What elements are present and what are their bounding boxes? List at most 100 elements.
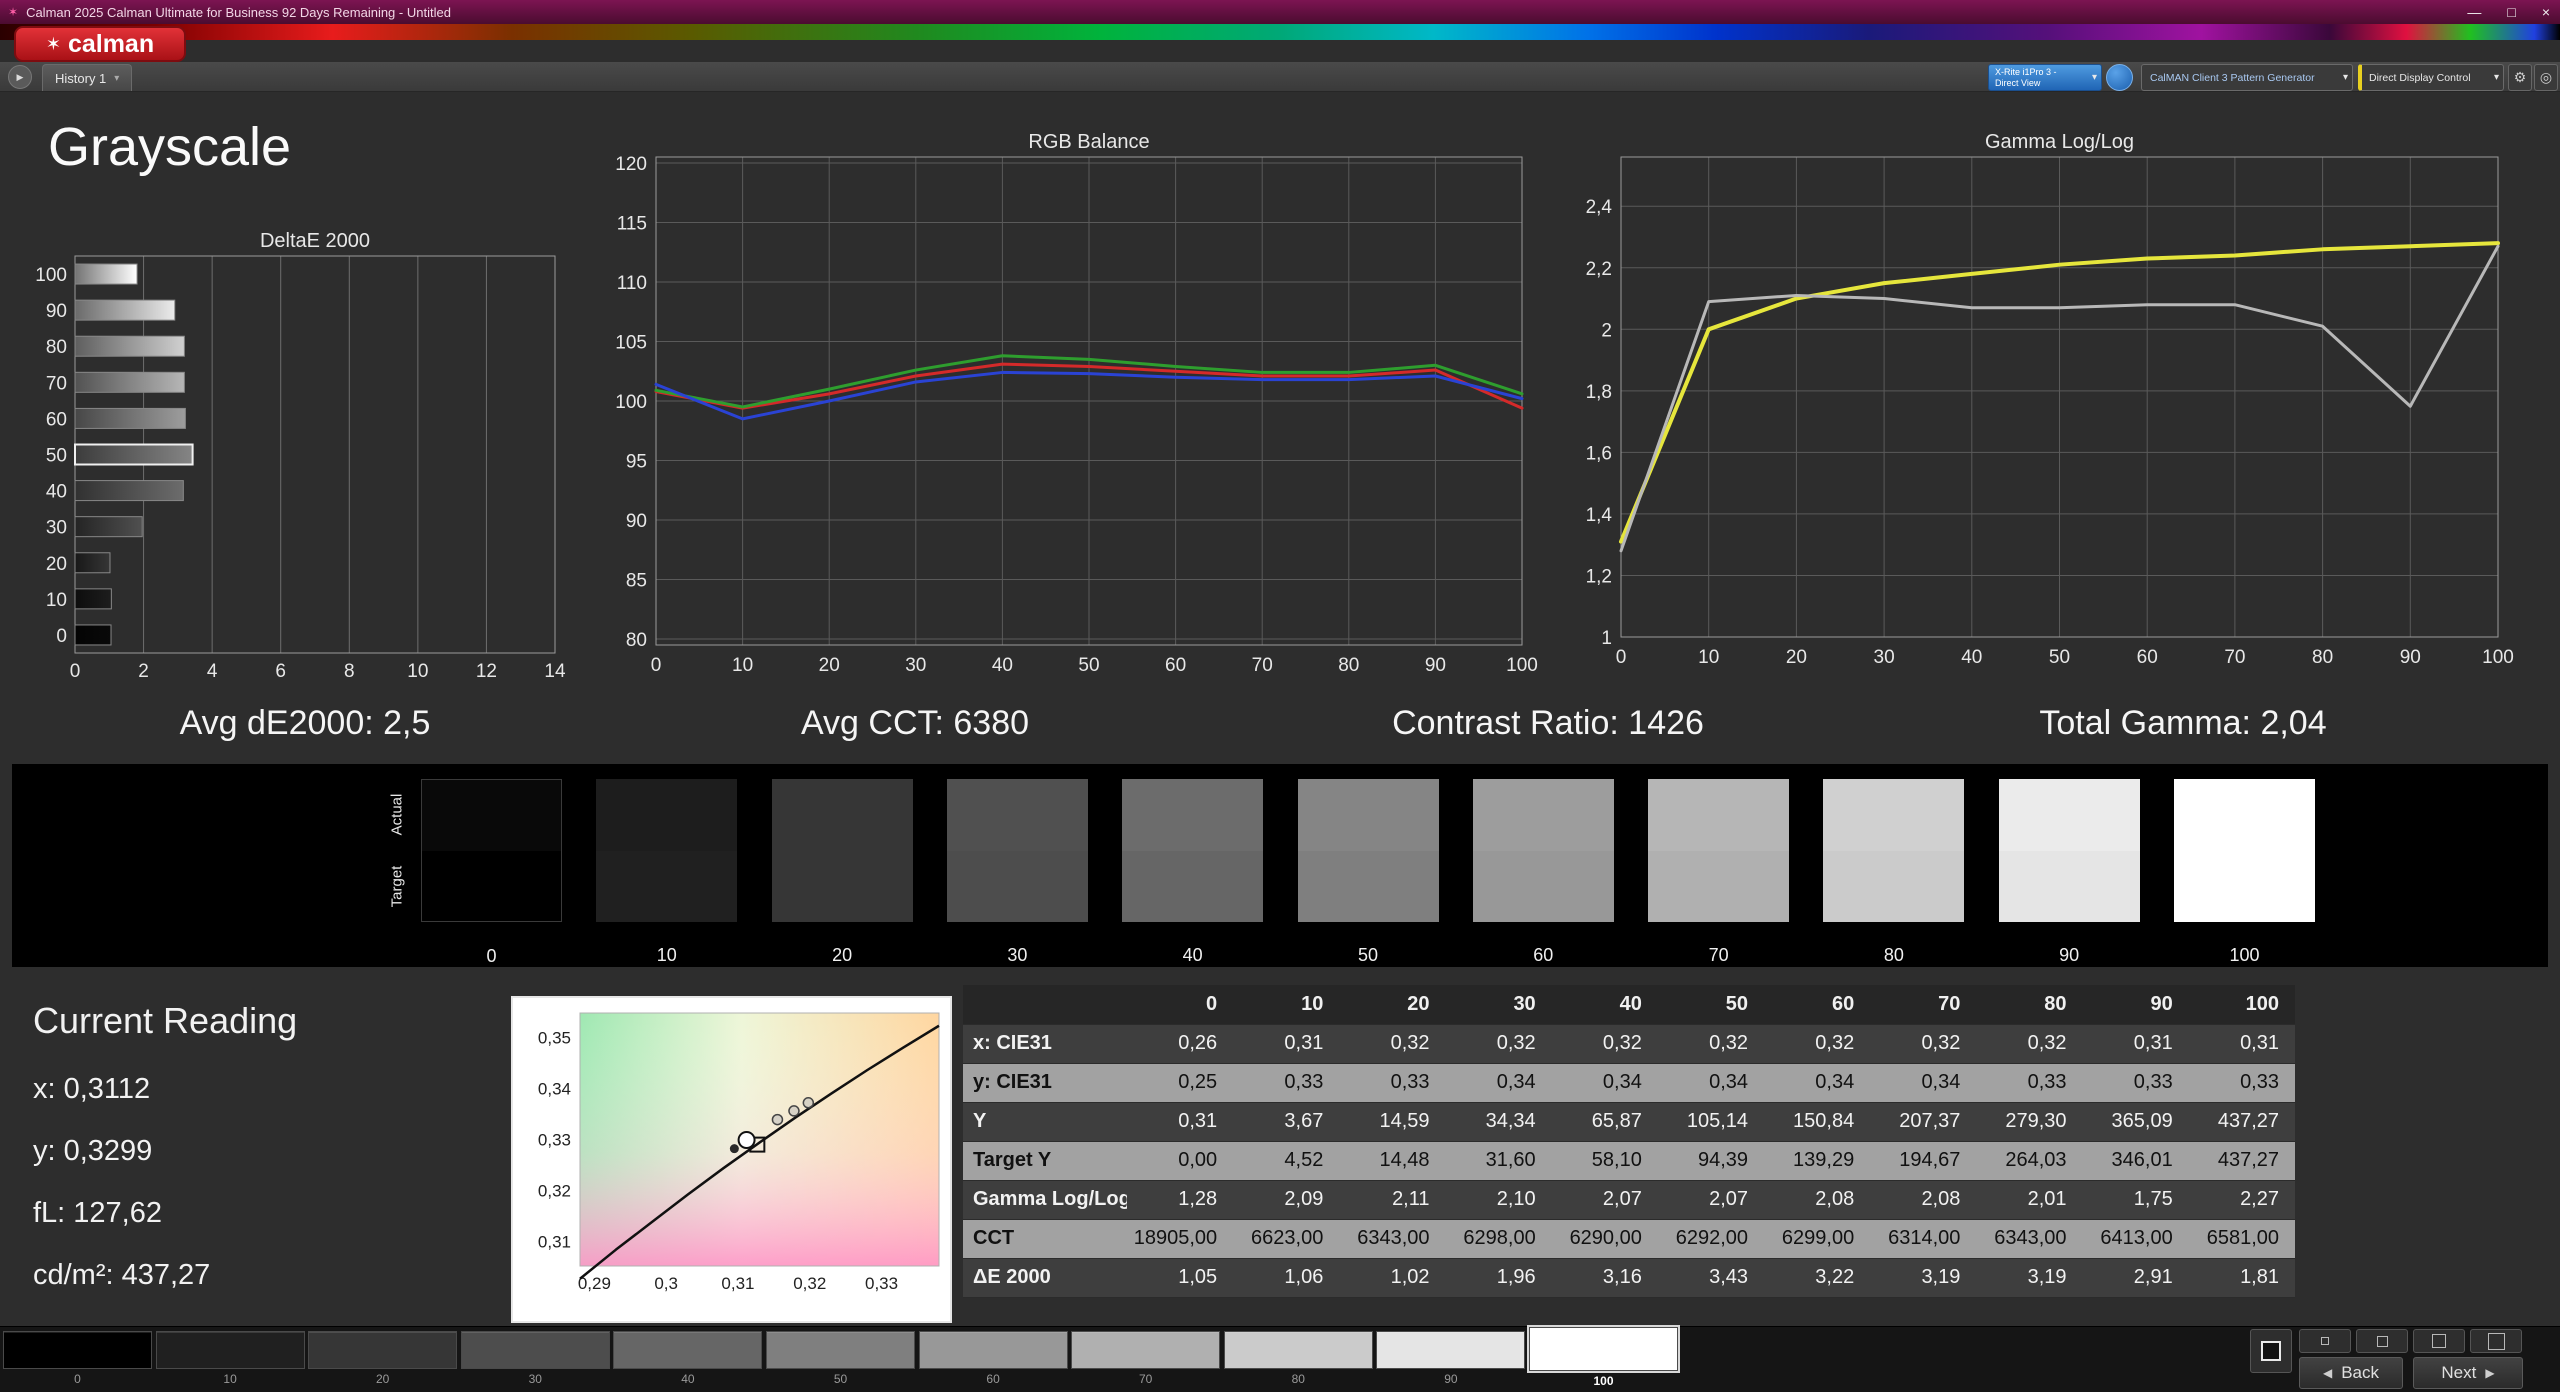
pattern-window-toggle-button[interactable] bbox=[2250, 1329, 2292, 1373]
patch-target-half bbox=[771, 850, 913, 922]
stat-avg-cct: Avg CCT: 6380 bbox=[800, 704, 1030, 742]
pattern-level-button-90[interactable]: 90 bbox=[1376, 1331, 1526, 1386]
svg-text:2,2: 2,2 bbox=[1586, 259, 1612, 280]
pattern-level-button-30[interactable]: 30 bbox=[460, 1331, 610, 1386]
pattern-level-button-80[interactable]: 80 bbox=[1223, 1331, 1373, 1386]
svg-text:50: 50 bbox=[46, 446, 67, 467]
table-cell: 207,37 bbox=[1870, 1102, 1977, 1142]
table-col-header: 20 bbox=[1339, 985, 1446, 1025]
patch-target-half bbox=[1297, 850, 1439, 922]
minimize-button[interactable]: — bbox=[2467, 4, 2481, 20]
table-cell: 6343,00 bbox=[1339, 1219, 1446, 1259]
pattern-swatch bbox=[918, 1331, 1068, 1369]
pattern-size-button-3[interactable] bbox=[2413, 1329, 2465, 1353]
svg-text:80: 80 bbox=[46, 337, 67, 358]
table-cell: 264,03 bbox=[1976, 1141, 2083, 1181]
pattern-swatch bbox=[460, 1331, 610, 1369]
patch-actual-half bbox=[771, 779, 913, 851]
tab-history-1[interactable]: History 1 ▾ bbox=[42, 64, 133, 91]
grayscale-patch-strip: Actual Target 0 10 20 30 40 50 60 70 80 90 100 bbox=[12, 764, 2548, 967]
gamma-loglog-line-chart: 0 10 20 30 40 50 60 70 80 90 100 1 1,2 1,4 1,6 1,8 2 2,2 2… bbox=[1586, 131, 2514, 668]
meter-dropdown[interactable]: X-Rite i1Pro 3 - Direct View ▾ bbox=[1988, 64, 2102, 91]
meter-mode: Direct View bbox=[1995, 77, 2041, 88]
row-label: ΔE 2000 bbox=[963, 1258, 1127, 1298]
table-row: CCT 18905,00 6623,00 6343,00 6298,00 6290,00 6… bbox=[963, 1219, 2295, 1259]
svg-text:1,4: 1,4 bbox=[1586, 505, 1613, 526]
svg-text:60: 60 bbox=[2137, 647, 2158, 668]
svg-text:30: 30 bbox=[46, 518, 67, 539]
svg-text:0: 0 bbox=[1616, 647, 1627, 668]
svg-text:0,32: 0,32 bbox=[793, 1274, 826, 1293]
svg-text:1: 1 bbox=[1601, 628, 1612, 649]
table-cell: 18905,00 bbox=[1127, 1219, 1234, 1259]
pattern-level-button-70[interactable]: 70 bbox=[1071, 1331, 1221, 1386]
table-cell: 1,28 bbox=[1127, 1180, 1234, 1220]
patch-level-label: 0 bbox=[486, 946, 497, 966]
pattern-level-button-40[interactable]: 40 bbox=[613, 1331, 763, 1386]
table-cell: 6581,00 bbox=[2188, 1219, 2295, 1259]
pattern-size-button-1[interactable] bbox=[2299, 1329, 2351, 1353]
svg-text:0: 0 bbox=[70, 661, 81, 682]
svg-text:0,32: 0,32 bbox=[538, 1182, 571, 1201]
calman-logo-text: calman bbox=[67, 29, 155, 58]
chevron-down-icon: ▾ bbox=[2493, 72, 2499, 83]
svg-text:40: 40 bbox=[46, 482, 67, 503]
svg-text:10: 10 bbox=[407, 661, 428, 682]
pattern-level-button-50[interactable]: 50 bbox=[766, 1331, 915, 1386]
table-cell: 194,67 bbox=[1870, 1141, 1977, 1181]
display-control-dropdown[interactable]: Direct Display Control ▾ bbox=[2358, 64, 2504, 91]
current-reading-title: Current Reading bbox=[33, 1000, 298, 1041]
table-cell: 2,09 bbox=[1233, 1180, 1340, 1220]
table-cell: 4,52 bbox=[1233, 1141, 1340, 1181]
svg-text:0: 0 bbox=[56, 626, 67, 647]
svg-text:50: 50 bbox=[2049, 647, 2070, 668]
meter-status-badge[interactable] bbox=[2106, 64, 2133, 91]
grayscale-patch-0: 0 bbox=[421, 779, 562, 966]
pattern-generator-dropdown[interactable]: CalMAN Client 3 Pattern Generator ▾ bbox=[2141, 64, 2353, 91]
grayscale-patch-50: 50 bbox=[1297, 779, 1439, 965]
next-button[interactable]: Next ▶ bbox=[2413, 1357, 2523, 1389]
pattern-level-button-10[interactable]: 10 bbox=[155, 1331, 305, 1386]
back-button[interactable]: ◀ Back bbox=[2299, 1357, 2403, 1389]
table-col-header: 70 bbox=[1870, 985, 1977, 1025]
settings-button[interactable]: ⚙ bbox=[2508, 64, 2532, 91]
calman-logo-icon: ✶ bbox=[45, 33, 61, 54]
pattern-level-button-60[interactable]: 60 bbox=[918, 1331, 1068, 1386]
svg-text:40: 40 bbox=[992, 655, 1013, 676]
pattern-size-button-2[interactable] bbox=[2356, 1329, 2408, 1353]
pattern-level-button-0[interactable]: 0 bbox=[3, 1331, 152, 1386]
patch-actual-half bbox=[946, 779, 1088, 851]
table-cell: 6413,00 bbox=[2082, 1219, 2189, 1259]
pattern-level-label: 20 bbox=[376, 1372, 390, 1386]
display-settings-button[interactable]: ◎ bbox=[2534, 64, 2558, 91]
table-col-header: 60 bbox=[1764, 985, 1871, 1025]
patch-actual-half bbox=[422, 780, 561, 851]
svg-text:80: 80 bbox=[1338, 655, 1359, 676]
close-button[interactable]: × bbox=[2542, 4, 2550, 20]
table-cell: 0,34 bbox=[1657, 1063, 1765, 1103]
stat-total-gamma: Total Gamma: 2,04 bbox=[2039, 704, 2327, 742]
row-label: Target Y bbox=[963, 1141, 1127, 1181]
table-cell: 6290,00 bbox=[1551, 1219, 1658, 1259]
page-title: Grayscale bbox=[48, 117, 292, 177]
maximize-button[interactable]: □ bbox=[2507, 4, 2515, 20]
patch-actual-half bbox=[596, 779, 738, 851]
svg-text:0,31: 0,31 bbox=[538, 1233, 571, 1252]
table-cell: 0,26 bbox=[1127, 1024, 1234, 1064]
back-arrow-icon: ◀ bbox=[2322, 1366, 2333, 1380]
table-cell: 2,08 bbox=[1764, 1180, 1871, 1220]
patch-level-label: 100 bbox=[2229, 945, 2260, 965]
table-cell: 139,29 bbox=[1764, 1141, 1871, 1181]
grayscale-patch-70: 70 bbox=[1648, 779, 1790, 965]
pattern-level-button-100[interactable]: 100 bbox=[1527, 1325, 1680, 1388]
table-cell: 3,19 bbox=[1976, 1258, 2083, 1298]
patch-level-label: 60 bbox=[1533, 945, 1554, 965]
table-cell: 0,33 bbox=[1233, 1063, 1340, 1103]
grayscale-patch-60: 60 bbox=[1472, 779, 1614, 965]
pattern-size-button-4[interactable] bbox=[2470, 1329, 2522, 1353]
table-cell: 437,27 bbox=[2188, 1141, 2295, 1181]
nav-expand-button[interactable]: ▶ bbox=[8, 65, 32, 89]
table-cell: 2,27 bbox=[2188, 1180, 2295, 1220]
svg-text:105: 105 bbox=[615, 332, 647, 353]
pattern-level-button-20[interactable]: 20 bbox=[308, 1331, 458, 1386]
